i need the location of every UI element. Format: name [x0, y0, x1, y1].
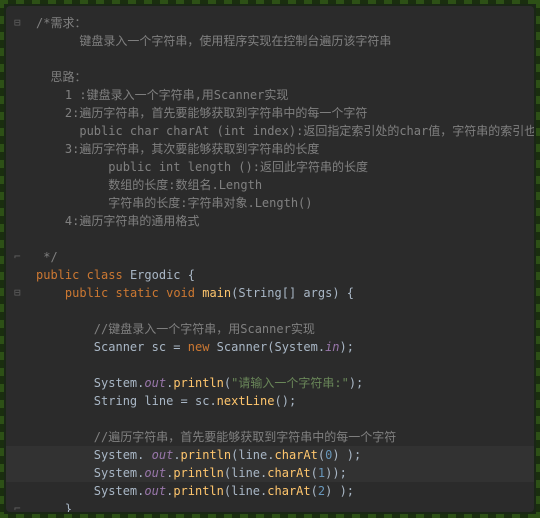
code-line: System.out.println(line.charAt(2) ); [6, 482, 534, 500]
code-line: public int length ():返回此字符串的长度 [6, 158, 534, 176]
code-line: public class Ergodic { [6, 266, 534, 284]
code-line: 数组的长度:数组名.Length [6, 176, 534, 194]
code-line [6, 50, 534, 68]
code-line: //遍历字符串，首先要能够获取到字符串中的每一个字符 [6, 428, 534, 446]
code-line: 3:遍历字符串，其次要能够获取到字符串的长度 [6, 140, 534, 158]
code-line: ⌐ } [6, 500, 534, 512]
code-line [6, 410, 534, 428]
code-editor[interactable]: ⊟/*需求： 键盘录入一个字符串，使用程序实现在控制台遍历该字符串 思路： 1 … [6, 6, 534, 512]
code-line: System. out.println(line.charAt(0) ); [6, 446, 534, 464]
code-line: Scanner sc = new Scanner(System.in); [6, 338, 534, 356]
code-line [6, 230, 534, 248]
fold-icon[interactable]: ⌐ [14, 248, 21, 266]
code-line: public char charAt (int index):返回指定索引处的c… [6, 122, 534, 140]
code-line: System.out.println("请输入一个字符串:"); [6, 374, 534, 392]
code-line: 4:遍历字符串的通用格式 [6, 212, 534, 230]
code-line: ⌐ */ [6, 248, 534, 266]
code-line: ⊟ public static void main(String[] args)… [6, 284, 534, 302]
code-line [6, 356, 534, 374]
fold-icon[interactable]: ⌐ [14, 500, 21, 512]
code-line [6, 302, 534, 320]
fold-icon[interactable]: ⊟ [14, 14, 21, 32]
code-line: 字符串的长度:字符串对象.Length() [6, 194, 534, 212]
code-line: 1 :键盘录入一个字符串,用Scanner实现 [6, 86, 534, 104]
code-line: System.out.println(line.charAt(1)); [6, 464, 534, 482]
code-line: 思路： [6, 68, 534, 86]
code-line: //键盘录入一个字符串，用Scanner实现 [6, 320, 534, 338]
code-line: 2:遍历字符串，首先要能够获取到字符串中的每一个字符 [6, 104, 534, 122]
code-line: String line = sc.nextLine(); [6, 392, 534, 410]
code-line: 键盘录入一个字符串，使用程序实现在控制台遍历该字符串 [6, 32, 534, 50]
fold-icon[interactable]: ⊟ [14, 284, 21, 302]
code-line: ⊟/*需求： [6, 14, 534, 32]
